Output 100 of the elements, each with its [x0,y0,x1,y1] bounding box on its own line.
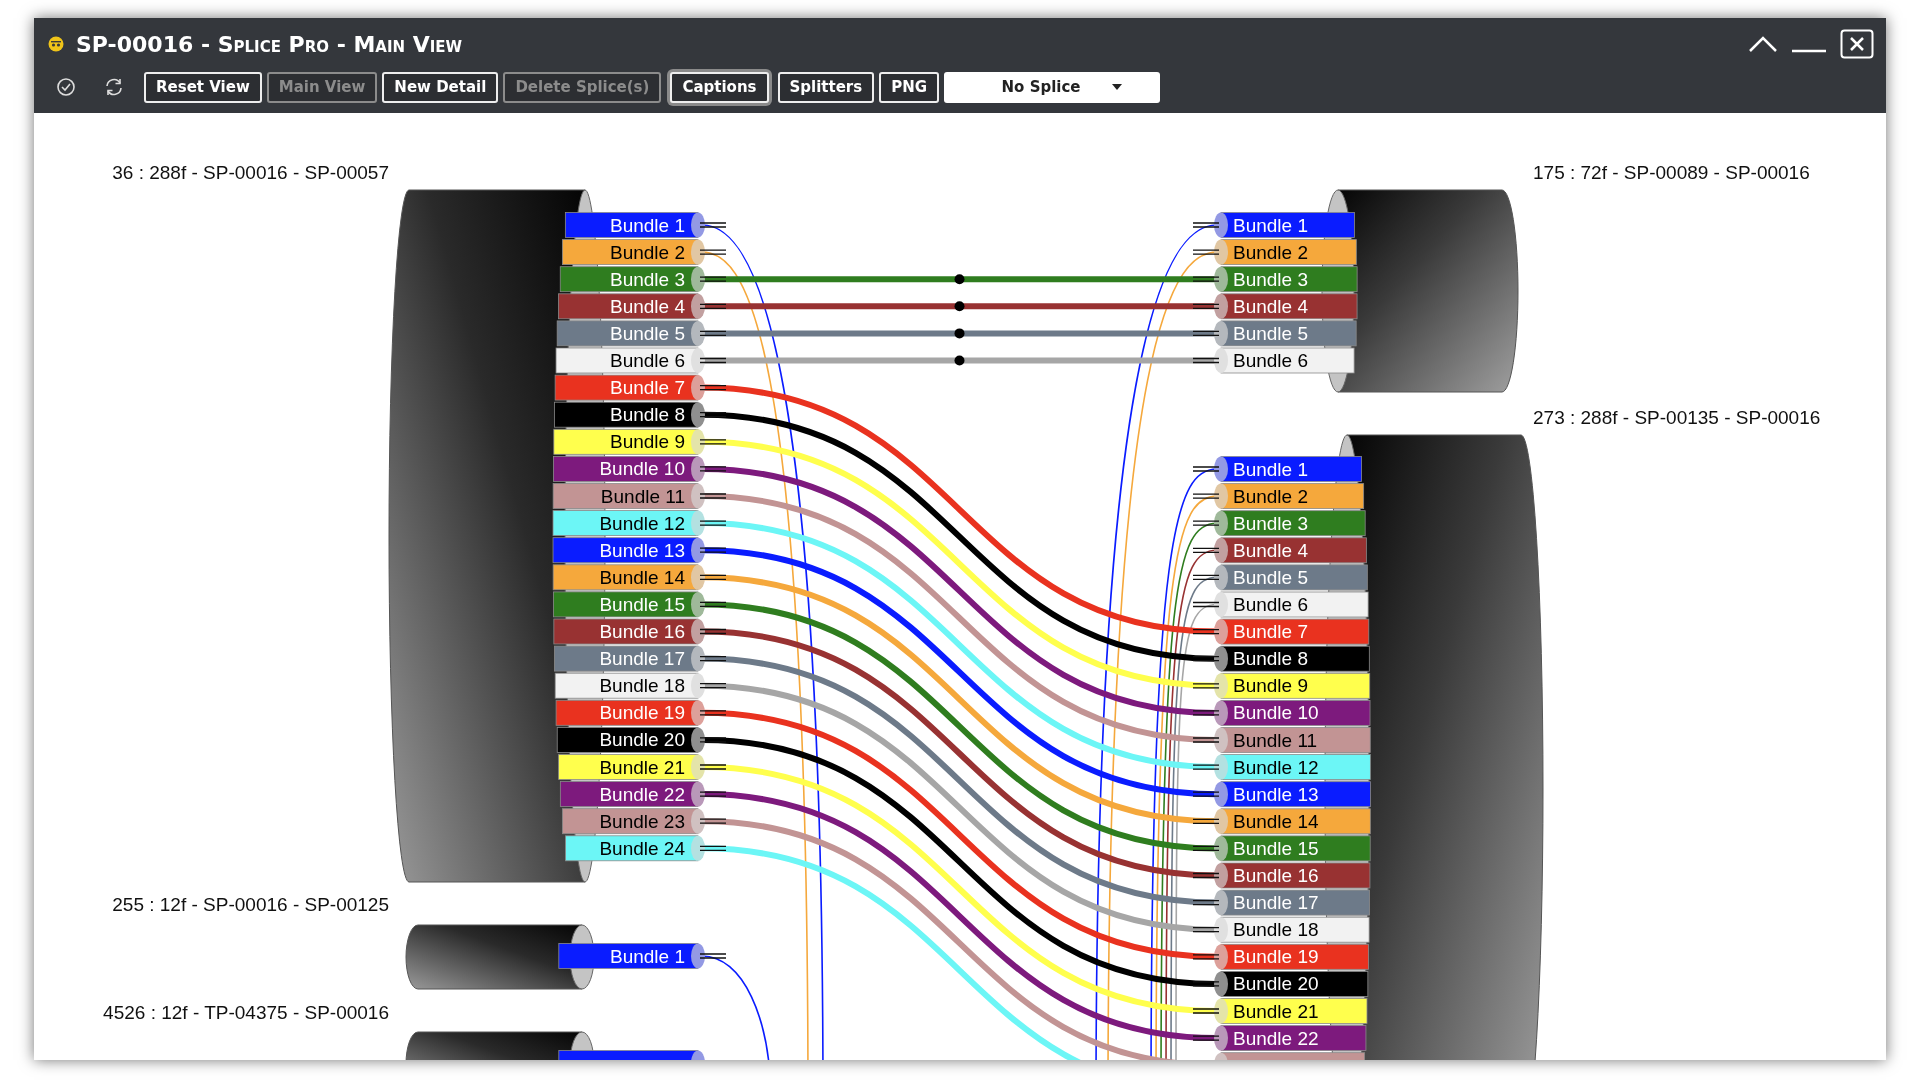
bundle-tube[interactable]: Bundle 5 [556,320,699,347]
toolbar-button[interactable]: Captions [670,71,769,103]
toolbar-button[interactable]: New Detail [382,71,499,103]
bundle-tube[interactable]: Bundle 14 [1220,808,1371,835]
bundle-tube[interactable]: Bundle 10 [1220,700,1371,726]
tube-end-icon [1214,348,1228,373]
cable-label: 255 : 12f - SP-00016 - SP-00125 [112,894,389,915]
bundle-tube[interactable]: Bundle 4 [1220,537,1367,564]
bundle-tube[interactable]: Bundle 5 [1220,564,1368,591]
fiber-stub-icon [699,384,727,391]
bundle-tube[interactable]: Bundle 1 [1220,456,1362,482]
bundle-tube[interactable]: Bundle 4 [1220,293,1358,320]
bundle-tube[interactable]: Bundle 1 [558,943,699,969]
check-circle-icon[interactable] [56,77,76,97]
fiber-stub-icon [699,574,727,580]
bundle-tube[interactable]: Bundle 16 [553,618,699,645]
tube-end-icon [1214,320,1228,346]
bundle-tube[interactable]: Bundle 3 [1220,266,1358,293]
bundle-tube[interactable]: Bundle 20 [556,727,699,753]
splice-dropdown[interactable]: No Splice [944,71,1161,103]
bundle-tube[interactable]: Bundle 17 [1220,889,1370,916]
bundle-tube[interactable]: Bundle 1 [1220,212,1355,238]
fiber-stub-icon [1192,466,1220,472]
bundle-tube[interactable]: Bundle 1 [564,212,699,238]
bundle-tube[interactable]: Bundle 6 [1220,591,1369,618]
bundle-tube[interactable]: Bundle 15 [553,591,699,618]
collapse-icon[interactable] [1748,35,1778,53]
bundle-tube[interactable]: Bundle 3 [559,266,699,293]
bundle-tube[interactable]: Bundle 6 [555,347,699,374]
bundle-tube[interactable]: Bundle 11 [552,483,699,509]
tube-end-icon [1214,510,1228,536]
fiber-stub-icon [699,710,727,716]
bundle-tube[interactable]: Bundle 9 [1220,672,1371,699]
tube-end-icon [691,619,705,644]
fiber-stub-icon [699,222,727,228]
close-icon[interactable] [1840,29,1874,59]
bundle-tube[interactable]: Bundle 13 [552,537,699,564]
bundle-tube[interactable]: Bundle 19 [555,699,699,726]
tube-end-icon [691,781,705,807]
tube-end-icon [691,510,705,536]
bundle-tube[interactable]: Bundle 8 [1220,645,1370,672]
tube-end-icon [691,646,705,672]
tube-end-icon [1214,998,1228,1024]
bundle-tube[interactable]: Bundle 22 [1220,1025,1367,1051]
bundle-tube[interactable]: Bundle 12 [1220,754,1371,780]
bundle-tube[interactable]: Bundle 21 [1220,998,1368,1024]
fiber-stub-icon [1192,357,1220,364]
tube-end-icon [691,835,705,861]
refresh-icon[interactable] [103,77,125,97]
bundle-tube[interactable]: Bundle 2 [562,239,699,265]
bundle-tube[interactable]: Bundle 2 [1220,483,1365,509]
bundle-tube[interactable]: Bundle 7 [1220,618,1370,645]
bundle-tube[interactable]: Bundle 8 [554,401,699,428]
caret-icon [1110,83,1123,91]
bundle-tube[interactable]: Bundle 9 [553,428,699,455]
tube-end-icon [1214,564,1228,590]
bundle-tube[interactable]: Bundle 24 [565,835,699,862]
tube-end-icon [1214,537,1228,563]
bundle-tube[interactable]: Bundle 22 [559,781,699,807]
bundle-tube[interactable]: Bundle 18 [554,672,699,699]
tube-end-icon [691,808,705,834]
bundle-tube[interactable]: Bundle 12 [552,510,699,536]
toolbar-button[interactable]: Splitters [777,71,875,103]
fiber-stub-icon [699,953,727,959]
tube-end-icon [691,456,705,482]
bundle-tube[interactable]: Bundle 16 [1220,862,1371,889]
bundle-tube[interactable]: Bundle 17 [554,645,699,672]
bundle-tube[interactable]: Bundle 3 [1220,510,1366,537]
fiber-stub-icon [699,764,727,770]
tube-end-icon [1214,727,1228,753]
bundle-tube[interactable]: Bundle 5 [1220,320,1357,347]
tube-end-icon [691,1050,705,1060]
bundle-tube[interactable]: Bundle 4 [558,293,699,320]
bundle-tube[interactable]: Bundle 19 [1220,943,1369,970]
toolbar-button[interactable]: PNG [879,71,940,103]
tube-end-icon [691,266,705,292]
fiber-stub-icon [1192,547,1220,553]
bundle-tube[interactable]: Bundle 21 [558,754,699,780]
bundle-tube[interactable]: Bundle 13 [1220,781,1371,808]
tube-end-icon [1214,619,1228,645]
bundle-tube[interactable] [558,1050,699,1060]
tube-end-icon [1214,592,1228,617]
bundle-tube[interactable]: Bundle 10 [553,456,699,482]
tube-end-icon [1214,835,1228,861]
bundle-tube[interactable]: Bundle 7 [554,374,699,401]
fiber-stub-icon [699,330,727,337]
toolbar-button[interactable]: Reset View [144,71,262,103]
tube-end-icon [1214,700,1228,726]
fiber-stub-icon [699,791,727,797]
bundle-tube[interactable]: Bundle 20 [1220,971,1369,997]
bundle-tube[interactable]: Bundle 18 [1220,916,1370,943]
bundle-tube[interactable]: Bundle 23 [562,808,699,835]
bundle-tube[interactable]: Bundle 15 [1220,835,1371,862]
fiber-stub-icon [699,439,727,445]
bundle-tube[interactable]: Bundle 2 [1220,239,1357,265]
fiber-stub-icon [699,412,727,418]
bundle-tube[interactable]: Bundle 11 [1220,727,1371,753]
bundle-tube[interactable]: Bundle 14 [552,564,699,591]
bundle-tube[interactable]: Bundle 6 [1220,347,1355,374]
splice-dot [954,301,965,312]
